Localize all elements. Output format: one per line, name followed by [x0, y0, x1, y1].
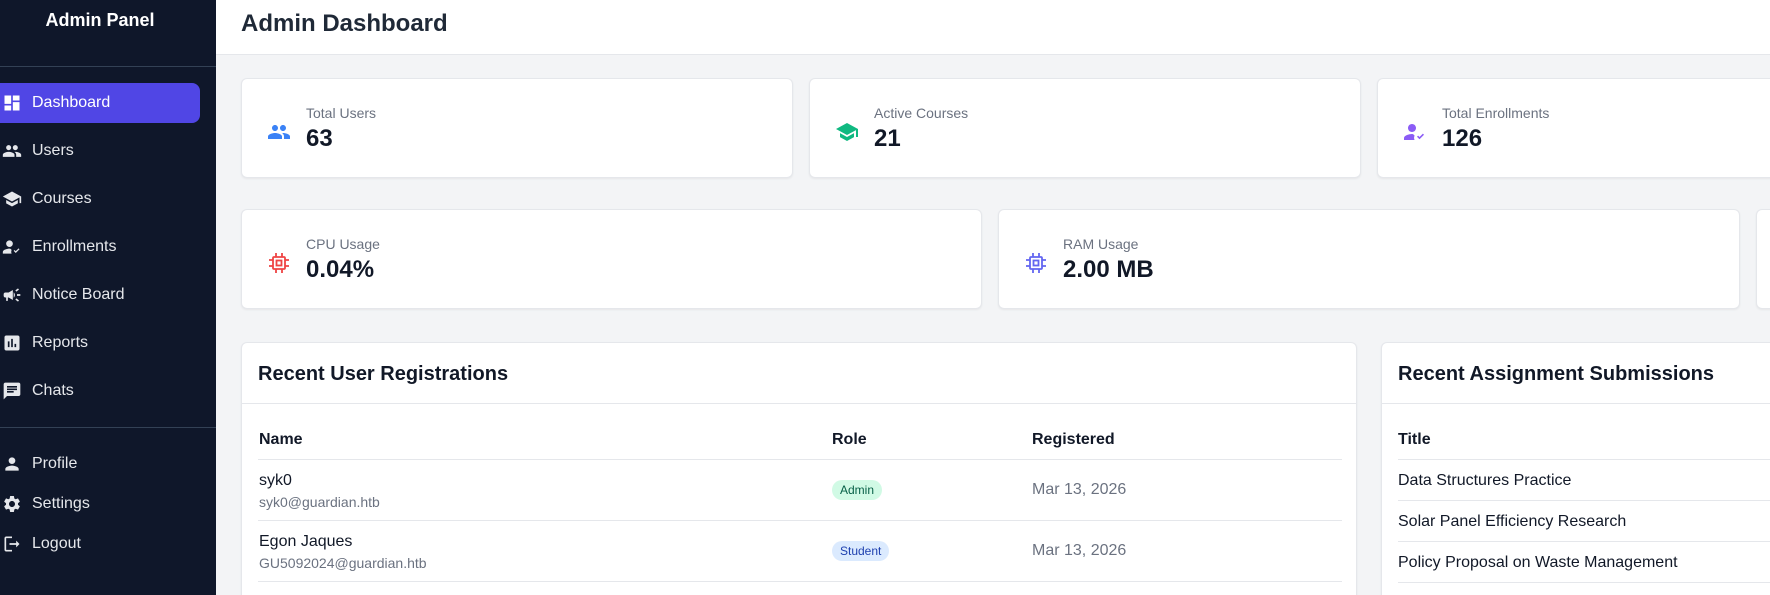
users-icon	[2, 141, 22, 161]
role-badge: Student	[832, 541, 890, 561]
row-divider	[1398, 459, 1770, 460]
sidebar-item-settings[interactable]: Settings	[0, 484, 200, 524]
column-header-registered: Registered	[1032, 431, 1115, 448]
memory-chip-icon	[1023, 250, 1049, 276]
list-item[interactable]: Solar Panel Efficiency Research	[1398, 513, 1626, 531]
row-divider	[1398, 500, 1770, 501]
role-badge: Admin	[832, 480, 883, 500]
sidebar-item-label: Dashboard	[32, 94, 111, 111]
bar-chart-icon	[2, 333, 22, 353]
sidebar-item-users[interactable]: Users	[0, 131, 200, 171]
row-divider	[258, 581, 1342, 582]
panel-divider	[1382, 403, 1770, 404]
stat-value: 63	[306, 125, 333, 152]
sidebar-item-label: Courses	[32, 190, 92, 207]
stat-label: Total Enrollments	[1442, 105, 1550, 121]
registered-date: Mar 13, 2026	[1032, 542, 1127, 559]
stat-card-ram-usage: RAM Usage 2.00 MB	[998, 209, 1740, 309]
stat-value: 126	[1442, 125, 1483, 152]
sidebar-item-logout[interactable]: Logout	[0, 524, 200, 564]
sidebar-item-label: Chats	[32, 382, 74, 399]
stat-card-total-enrollments: Total Enrollments 126	[1377, 78, 1770, 178]
user-check-icon	[2, 237, 22, 257]
stat-card-total-users: Total Users 63	[241, 78, 793, 178]
graduation-cap-icon	[834, 119, 860, 145]
sidebar-item-notice-board[interactable]: Notice Board	[0, 275, 200, 315]
list-item[interactable]: Data Structures Practice	[1398, 472, 1571, 490]
panel-title: Recent Assignment Submissions	[1398, 363, 1714, 385]
stat-label: CPU Usage	[306, 236, 380, 252]
column-header-name: Name	[259, 431, 303, 448]
list-item[interactable]: Policy Proposal on Waste Management	[1398, 554, 1678, 572]
registered-date: Mar 13, 2026	[1032, 481, 1127, 498]
stat-card-partial	[1756, 209, 1770, 309]
sidebar-item-label: Reports	[32, 334, 89, 351]
sidebar-item-label: Profile	[32, 455, 78, 472]
stat-label: Total Users	[306, 105, 377, 121]
sidebar: Admin Panel Dashboard Users Courses Enro…	[0, 0, 216, 595]
panel-title: Recent User Registrations	[258, 363, 509, 385]
brand-title: Admin Panel	[45, 10, 155, 30]
stat-card-cpu-usage: CPU Usage 0.04%	[241, 209, 982, 309]
sidebar-item-label: Users	[32, 142, 74, 159]
recent-registrations-panel: Recent User Registrations Name Role Regi…	[241, 342, 1357, 595]
sidebar-divider	[0, 427, 216, 428]
user-name: Egon Jaques	[259, 533, 353, 550]
user-name: syk0	[259, 472, 292, 489]
page-title: Admin Dashboard	[241, 10, 448, 37]
person-icon	[2, 454, 22, 474]
sidebar-item-label: Logout	[32, 535, 81, 552]
sidebar-item-label: Settings	[32, 495, 90, 512]
page-header: Admin Dashboard	[216, 0, 1770, 55]
stat-label: RAM Usage	[1063, 236, 1139, 252]
sidebar-item-chats[interactable]: Chats	[0, 371, 200, 411]
logout-icon	[2, 534, 22, 554]
stat-card-active-courses: Active Courses 21	[809, 78, 1361, 178]
stat-label: Active Courses	[874, 105, 969, 121]
sidebar-item-label: Notice Board	[32, 286, 125, 303]
graduation-cap-icon	[2, 189, 22, 209]
row-divider	[1398, 582, 1770, 583]
sidebar-item-courses[interactable]: Courses	[0, 179, 200, 219]
stat-value: 0.04%	[306, 256, 375, 283]
row-divider	[1398, 541, 1770, 542]
column-header-role: Role	[832, 431, 867, 448]
stat-value: 21	[874, 125, 901, 152]
row-divider	[258, 520, 1342, 521]
megaphone-icon	[2, 285, 22, 305]
cpu-icon	[266, 250, 292, 276]
sidebar-item-dashboard[interactable]: Dashboard	[0, 83, 200, 123]
user-email: GU5092024@guardian.htb	[259, 555, 427, 571]
column-header-title: Title	[1398, 431, 1431, 448]
sidebar-item-profile[interactable]: Profile	[0, 444, 200, 484]
user-check-icon	[1402, 119, 1428, 145]
stat-value: 2.00 MB	[1063, 256, 1154, 283]
sidebar-item-reports[interactable]: Reports	[0, 323, 200, 363]
users-icon	[266, 119, 292, 145]
row-divider	[258, 459, 1342, 460]
recent-submissions-panel: Recent Assignment Submissions Title Data…	[1381, 342, 1770, 595]
dashboard-icon	[2, 93, 22, 113]
sidebar-divider	[0, 66, 216, 67]
user-email: syk0@guardian.htb	[259, 494, 380, 510]
gear-icon	[2, 494, 22, 514]
sidebar-item-enrollments[interactable]: Enrollments	[0, 227, 200, 267]
chat-icon	[2, 381, 22, 401]
sidebar-item-label: Enrollments	[32, 238, 117, 255]
panel-divider	[242, 403, 1356, 404]
